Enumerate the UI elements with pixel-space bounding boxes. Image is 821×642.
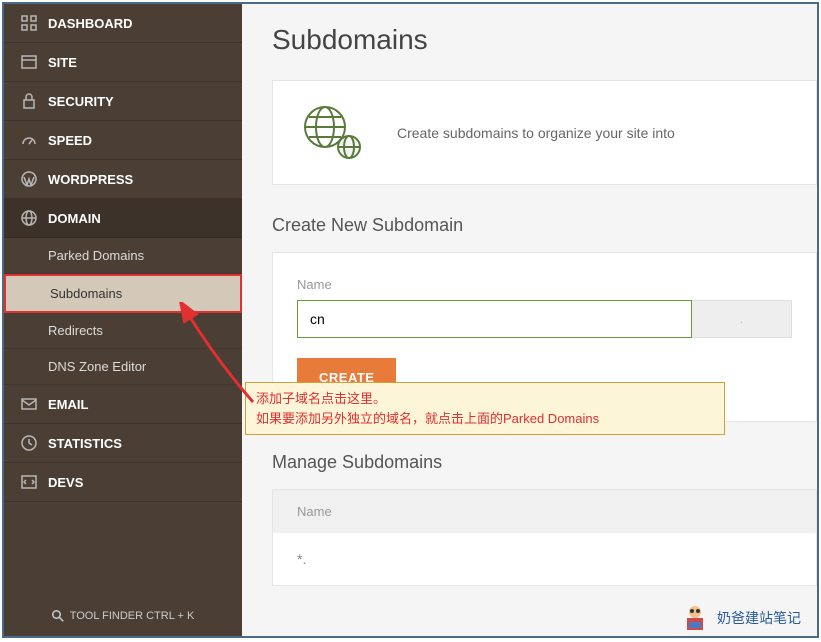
tool-finder-label: TOOL FINDER CTRL + K	[70, 610, 195, 622]
sidebar-label: SITE	[48, 55, 77, 70]
create-section-title: Create New Subdomain	[272, 215, 817, 236]
gauge-icon	[20, 131, 38, 149]
sidebar-label: DOMAIN	[48, 211, 101, 226]
clock-icon	[20, 434, 38, 452]
info-panel: Create subdomains to organize your site …	[272, 80, 817, 185]
search-icon	[52, 610, 64, 622]
window-icon	[20, 53, 38, 71]
sidebar-item-statistics[interactable]: STATISTICS	[4, 424, 242, 463]
sidebar-item-email[interactable]: EMAIL	[4, 385, 242, 424]
sidebar-sub-redirects[interactable]: Redirects	[4, 313, 242, 349]
sidebar-item-security[interactable]: SECURITY	[4, 82, 242, 121]
watermark-icon	[679, 602, 711, 634]
sidebar-item-devs[interactable]: DEVS	[4, 463, 242, 502]
sidebar-item-dashboard[interactable]: DASHBOARD	[4, 4, 242, 43]
sidebar-item-wordpress[interactable]: WORDPRESS	[4, 160, 242, 199]
lock-icon	[20, 92, 38, 110]
grid-icon	[20, 14, 38, 32]
watermark-text: 奶爸建站笔记	[717, 608, 801, 628]
name-input-group: .	[297, 300, 792, 338]
domain-suffix: .	[692, 300, 792, 338]
sidebar-sub-subdomains[interactable]: Subdomains	[4, 274, 242, 313]
sidebar-label: DEVS	[48, 475, 83, 490]
annotation-line2: 如果要添加另外独立的域名，就点击上面的Parked Domains	[256, 409, 714, 429]
code-icon	[20, 473, 38, 491]
sidebar-sub-parked[interactable]: Parked Domains	[4, 238, 242, 274]
subdomain-table: Name *.	[272, 489, 817, 586]
mail-icon	[20, 395, 38, 413]
sidebar-label: DASHBOARD	[48, 16, 133, 31]
sidebar-label: WORDPRESS	[48, 172, 133, 187]
table-row: *.	[273, 533, 816, 585]
sidebar-item-domain[interactable]: DOMAIN	[4, 199, 242, 238]
name-label: Name	[297, 277, 792, 292]
sidebar-label: SPEED	[48, 133, 92, 148]
annotation-line1: 添加子域名点击这里。	[256, 389, 714, 409]
sidebar: DASHBOARD SITE SECURITY SPEED WORDPRESS …	[4, 4, 242, 636]
manage-section-title: Manage Subdomains	[272, 452, 817, 473]
annotation-note: 添加子域名点击这里。 如果要添加另外独立的域名，就点击上面的Parked Dom…	[245, 382, 725, 435]
sidebar-label: SECURITY	[48, 94, 114, 109]
sidebar-item-site[interactable]: SITE	[4, 43, 242, 82]
sidebar-label: EMAIL	[48, 397, 88, 412]
main-content: Subdomains Create subdomains to organize…	[242, 4, 817, 636]
watermark: 奶爸建站笔记	[679, 602, 801, 634]
table-header-name: Name	[273, 490, 816, 533]
sidebar-sub-dns[interactable]: DNS Zone Editor	[4, 349, 242, 385]
page-title: Subdomains	[272, 24, 817, 56]
globe-icon	[20, 209, 38, 227]
sidebar-item-speed[interactable]: SPEED	[4, 121, 242, 160]
domain-illustration-icon	[297, 105, 367, 160]
tool-finder[interactable]: TOOL FINDER CTRL + K	[4, 596, 242, 636]
wordpress-icon	[20, 170, 38, 188]
info-description: Create subdomains to organize your site …	[397, 125, 675, 141]
subdomain-name-input[interactable]	[297, 300, 692, 338]
sidebar-label: STATISTICS	[48, 436, 122, 451]
